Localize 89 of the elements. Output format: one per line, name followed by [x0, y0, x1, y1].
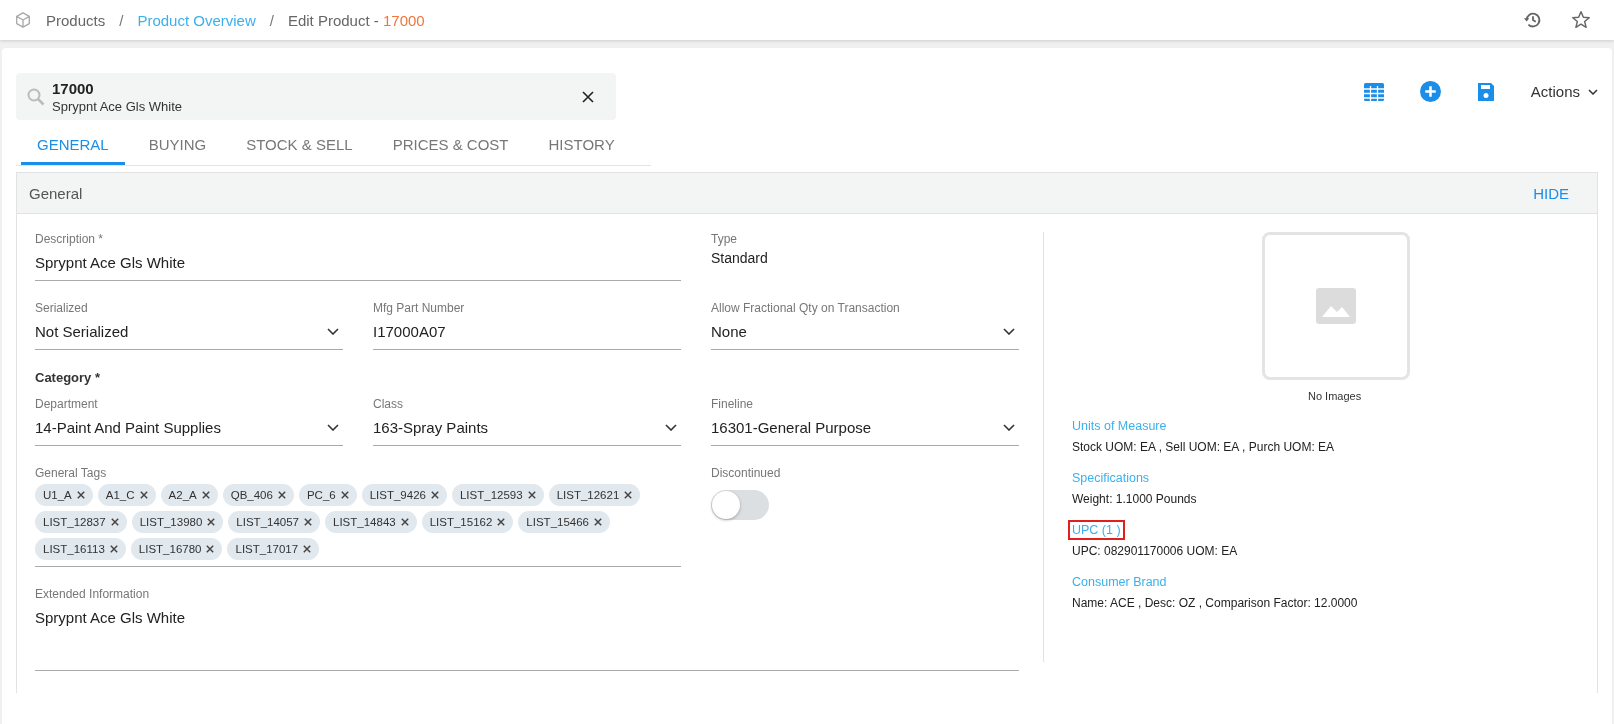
remove-icon[interactable] — [303, 545, 312, 553]
cube-icon — [14, 11, 32, 29]
field-label: General Tags — [35, 466, 108, 480]
remove-icon[interactable] — [594, 518, 603, 526]
remove-icon[interactable] — [400, 518, 409, 526]
breadcrumb-current: Edit Product - 17000 — [287, 11, 425, 29]
search-icon — [26, 86, 46, 107]
info-text: Weight: 1.1000 Pounds — [1072, 492, 1197, 506]
breadcrumb-separator: / — [119, 11, 124, 29]
tag-chip[interactable]: QB_406 — [222, 484, 294, 506]
remove-icon[interactable] — [527, 491, 536, 499]
info-text: Stock UOM: EA , Sell UOM: EA , Purch UOM: EA — [1072, 440, 1335, 454]
breadcrumb-separator: / — [269, 11, 274, 29]
tag-chip[interactable]: A2_A — [160, 484, 218, 506]
tag-chip[interactable]: LIST_12593 — [451, 484, 544, 506]
chevron-icon — [1588, 88, 1598, 95]
image-caption: No Images — [1308, 390, 1363, 402]
field-label: Extended Information — [35, 587, 151, 601]
field-label: Description * — [35, 232, 105, 246]
field-value: Standard — [711, 250, 769, 266]
grid-icon[interactable] — [1363, 81, 1384, 102]
tag-chip[interactable]: LIST_13980 — [131, 511, 224, 533]
save-icon[interactable] — [1476, 81, 1495, 102]
search-value: 17000 — [52, 79, 95, 97]
field-label: Type — [711, 232, 738, 246]
text-field[interactable]: Sprypnt Ace Gls White — [35, 605, 1019, 671]
tag-chip[interactable]: LIST_15466 — [518, 511, 611, 533]
select-field[interactable]: 16301-General Purpose — [711, 415, 1019, 446]
remove-icon[interactable] — [206, 545, 215, 553]
remove-icon[interactable] — [497, 518, 506, 526]
chevron-icon — [327, 424, 339, 431]
remove-icon[interactable] — [340, 491, 349, 499]
info-text: UPC: 082901170006 UOM: EA — [1072, 544, 1238, 558]
tab[interactable]: BUYING — [132, 126, 223, 165]
remove-icon[interactable] — [207, 518, 216, 526]
text-field[interactable]: I17000A07 — [373, 319, 681, 350]
tag-chip[interactable]: LIST_16780 — [130, 538, 223, 560]
field-label: Fineline — [711, 397, 755, 411]
breadcrumb-item[interactable]: Products — [46, 11, 106, 29]
tag-chip[interactable]: LIST_12837 — [35, 511, 127, 533]
tag-chip[interactable]: LIST_14057 — [228, 511, 320, 533]
remove-icon[interactable] — [201, 491, 210, 499]
select-field[interactable]: Not Serialized — [35, 319, 343, 350]
actions-dropdown[interactable]: Actions — [1530, 83, 1598, 100]
remove-icon[interactable] — [430, 491, 439, 499]
tag-chip[interactable]: LIST_15162 — [421, 511, 514, 533]
tag-chip[interactable]: LIST_17017 — [227, 538, 320, 560]
remove-icon[interactable] — [139, 491, 148, 499]
select-field[interactable]: 14-Paint And Paint Supplies — [35, 415, 343, 446]
field-label: Department — [35, 397, 99, 411]
field-label: Serialized — [35, 301, 89, 315]
field-label: Discontinued — [711, 466, 782, 480]
search-subtitle: Sprypnt Ace Gls White — [52, 98, 184, 114]
chevron-icon — [665, 424, 677, 431]
select-field[interactable]: None — [711, 319, 1019, 350]
remove-icon[interactable] — [110, 518, 119, 526]
info-text: Name: ACE , Desc: OZ , Comparison Factor: 12.0000 — [1072, 596, 1358, 610]
tag-chip[interactable]: PC_6 — [298, 484, 357, 506]
toggle-switch[interactable] — [711, 490, 769, 520]
category-heading: Category * — [35, 370, 102, 385]
chevron-icon — [1003, 328, 1015, 335]
text-field[interactable]: Sprypnt Ace Gls White — [35, 250, 681, 281]
tag-chip[interactable]: LIST_14843 — [325, 511, 417, 533]
star-icon[interactable] — [1570, 9, 1592, 31]
image-icon — [1316, 288, 1356, 324]
section-title: General — [29, 184, 83, 202]
remove-icon[interactable] — [624, 491, 633, 499]
tag-chip[interactable]: LIST_12621 — [548, 484, 641, 506]
remove-icon[interactable] — [277, 491, 286, 499]
search-field[interactable]: 17000 Sprypnt Ace Gls White — [16, 73, 616, 120]
tag-chip[interactable]: LIST_16113 — [35, 538, 126, 560]
tab[interactable]: STOCK & SELL — [230, 126, 369, 165]
tab[interactable]: HISTORY — [532, 126, 631, 165]
remove-icon[interactable] — [304, 518, 312, 526]
remove-icon[interactable] — [76, 491, 85, 499]
field-label: Mfg Part Number — [373, 301, 466, 315]
select-field[interactable]: 163-Spray Paints — [373, 415, 681, 446]
tab[interactable]: PRICES & COST — [376, 126, 525, 165]
tag-chip[interactable]: A1_C — [97, 484, 156, 506]
tag-chip[interactable]: U1_A — [35, 484, 93, 506]
field-label: Class — [373, 397, 404, 411]
add-icon[interactable] — [1419, 81, 1441, 102]
tags-field[interactable]: U1_A A1_C A2_A QB_406 PC_6 LIST_9426 LIST_12593 LIST_12621 LIST_12837 LIST_13980 LIST_14057 LIST_14843 LIST_15162 LIST_15466 LIST_16113 LIST_16780 LIST_17017 — [35, 484, 681, 567]
tag-chip[interactable]: LIST_9426 — [361, 484, 447, 506]
field-label: Allow Fractional Qty on Transaction — [711, 301, 901, 315]
chevron-icon — [327, 328, 339, 335]
remove-icon[interactable] — [109, 545, 118, 553]
close-icon[interactable] — [582, 90, 594, 103]
chevron-icon — [1003, 424, 1015, 431]
